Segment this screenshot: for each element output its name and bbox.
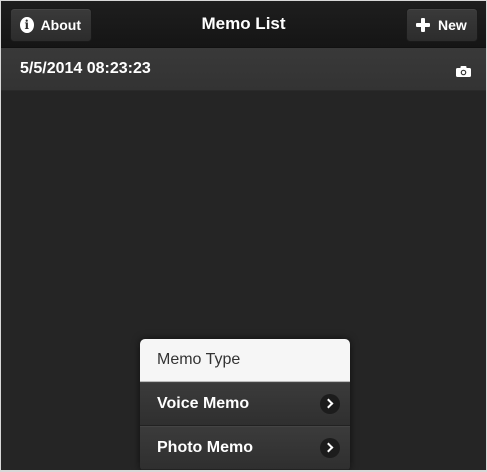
plus-icon <box>416 18 430 32</box>
memo-type-popup: Memo Type Voice Memo Photo Memo <box>140 339 350 470</box>
memo-list-item[interactable]: 5/5/2014 08:23:23 <box>1 48 486 91</box>
popup-title: Memo Type <box>140 339 350 382</box>
chevron-right-icon <box>320 394 340 414</box>
new-button-label: New <box>438 17 467 33</box>
photo-memo-option[interactable]: Photo Memo <box>140 426 350 470</box>
photo-memo-label: Photo Memo <box>157 439 253 456</box>
voice-memo-option[interactable]: Voice Memo <box>140 382 350 426</box>
voice-memo-label: Voice Memo <box>157 395 250 412</box>
app-window: i About Memo List New 5/5/2014 08:23:23 … <box>1 1 486 470</box>
chevron-right-icon <box>320 438 340 458</box>
camera-icon <box>456 66 471 77</box>
new-button[interactable]: New <box>406 8 478 42</box>
header-bar: i About Memo List New <box>1 1 486 48</box>
memo-date: 5/5/2014 08:23:23 <box>20 60 151 77</box>
